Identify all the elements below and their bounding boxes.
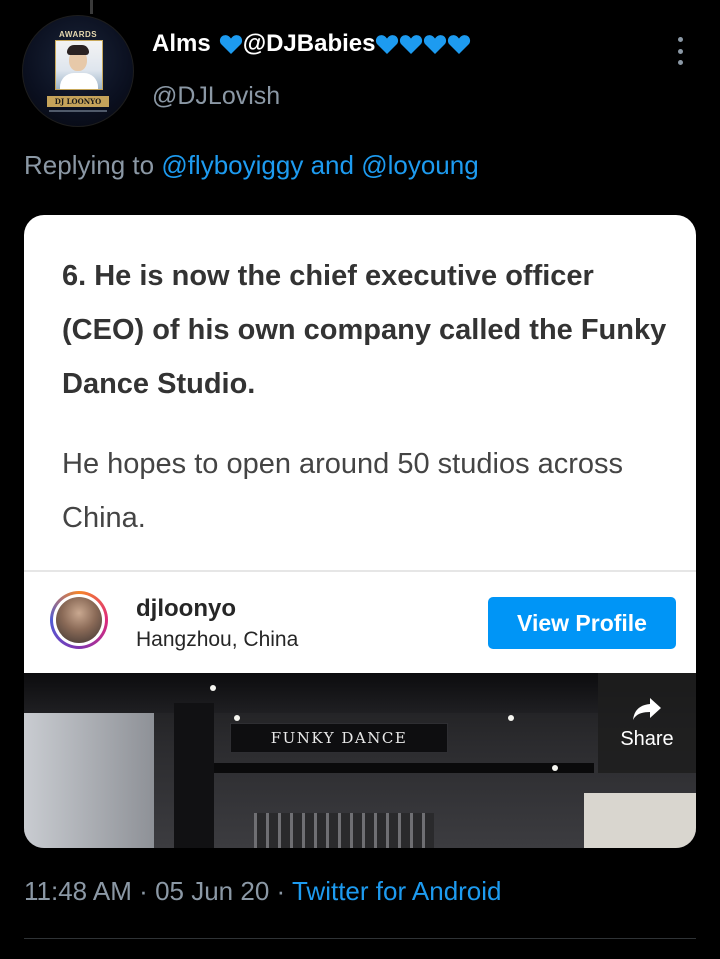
share-arrow-icon (633, 697, 661, 720)
replying-prefix: Replying to (24, 150, 155, 180)
card-divider (24, 570, 696, 572)
display-name[interactable]: Alms @DJBabies (152, 30, 471, 58)
card-subtext: He hopes to open around 50 studios acros… (62, 448, 624, 534)
replying-and[interactable]: and (311, 150, 354, 180)
blue-heart-icon (448, 35, 471, 54)
mention-link-loyoung[interactable]: @loyoung (361, 150, 478, 180)
separator-dot: · (276, 876, 286, 906)
blue-heart-icon (424, 35, 447, 54)
view-profile-button[interactable]: View Profile (488, 597, 676, 649)
attached-image-card[interactable]: 6. He is now the chief executive officer… (24, 215, 696, 848)
avatar-awards-text: AWARDS (59, 30, 98, 39)
blue-heart-icon (376, 35, 399, 54)
instagram-username[interactable]: djloonyo (136, 595, 236, 623)
blue-heart-icon (400, 35, 423, 54)
blue-heart-icon (219, 35, 242, 54)
avatar-name-plate: DJ LOONYO (47, 96, 109, 107)
studio-sign: FUNKY DANCE (230, 723, 448, 753)
user-handle[interactable]: @DJLovish (152, 82, 280, 111)
avatar-decoration (49, 110, 107, 112)
share-label: Share (620, 727, 674, 750)
card-heading: 6. He is now the chief executive officer… (62, 260, 667, 400)
avatar-photo (55, 40, 103, 90)
instagram-location: Hangzhou, China (136, 628, 299, 651)
user-avatar[interactable]: AWARDS DJ LOONYO (22, 15, 134, 127)
share-button[interactable]: Share (598, 673, 696, 773)
instagram-avatar[interactable] (50, 591, 108, 649)
replying-to: Replying to @flyboyiggy and @loyoung (24, 150, 479, 181)
bottom-divider (24, 938, 696, 939)
more-vertical-icon[interactable] (672, 37, 688, 65)
display-name-text: Alms (152, 30, 211, 57)
mention-link-flyboyiggy[interactable]: @flyboyiggy (161, 150, 303, 180)
separator-dot: · (139, 876, 148, 906)
display-name-suffix: @DJBabies (242, 30, 376, 57)
studio-photo: FUNKY DANCE Share (24, 673, 696, 848)
tweet-date: 05 Jun 20 (155, 876, 270, 906)
thread-connector-line (90, 0, 93, 14)
tweet-time: 11:48 AM (24, 876, 132, 906)
tweet-source-link[interactable]: Twitter for Android (292, 876, 502, 906)
tweet-metadata: 11:48 AM · 05 Jun 20 · Twitter for Andro… (24, 876, 502, 907)
